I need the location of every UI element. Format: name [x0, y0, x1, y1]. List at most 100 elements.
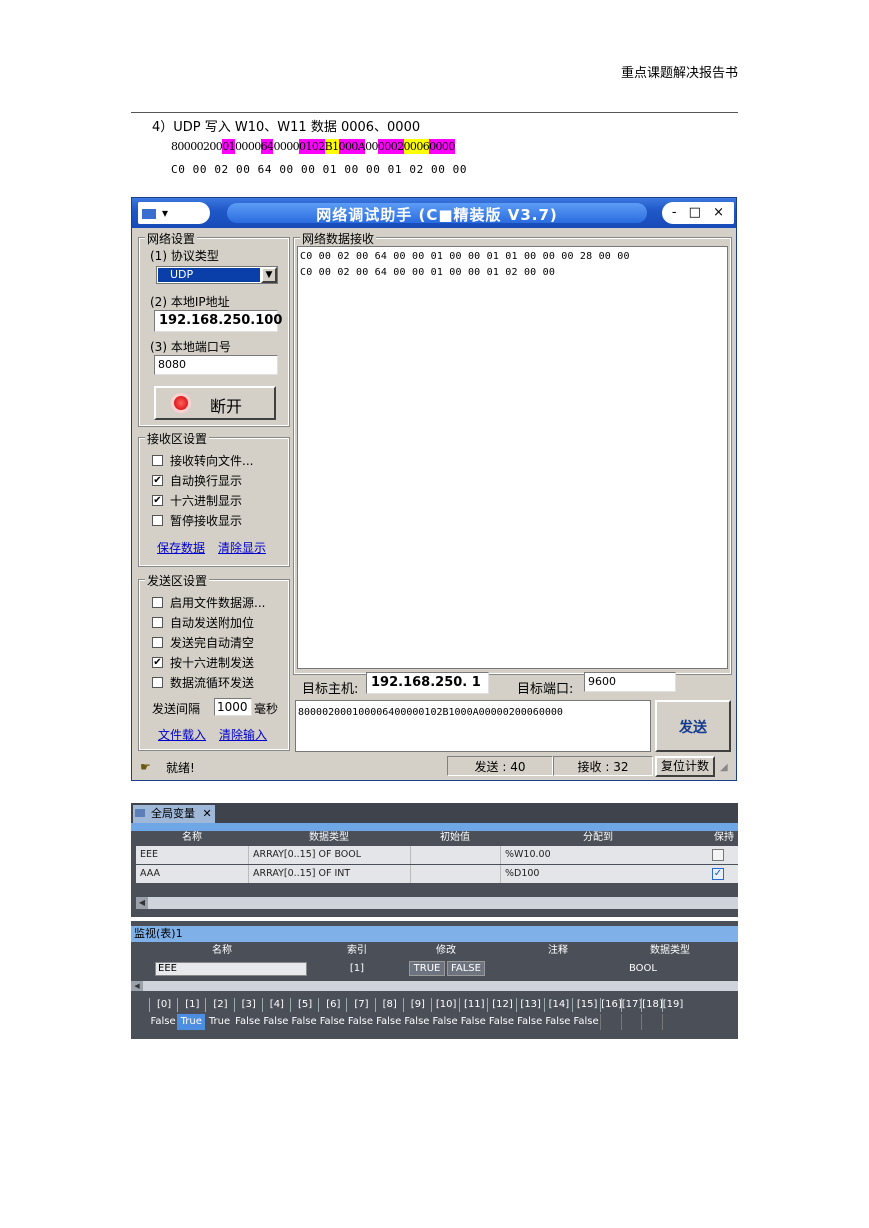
array-value-empty — [620, 1014, 643, 1030]
col-header: 数据类型 — [650, 945, 690, 956]
checkbox[interactable] — [152, 455, 163, 466]
array-index: [5] — [290, 998, 319, 1012]
checkbox-label: 按十六进制发送 — [170, 656, 255, 670]
array-index: [13] — [515, 998, 545, 1012]
array-index: [0] — [149, 998, 178, 1012]
local-ip-label: (2) 本地IP地址 — [150, 295, 230, 309]
system-menu-button[interactable]: ▾ — [138, 202, 210, 224]
checkbox-label: 启用文件数据源... — [170, 596, 266, 610]
checkbox-label: 数据流循环发送 — [170, 676, 255, 690]
col-header: 初始值 — [440, 832, 470, 843]
watch-table-panel: 监视(表)1 名称 索引 修改 注释 数据类型 EEE [1] TRUE FAL… — [131, 921, 738, 1039]
array-value: False — [432, 1016, 458, 1027]
hex-segment: 64 — [260, 139, 274, 154]
array-value: False — [488, 1016, 515, 1027]
array-index: [3] — [233, 998, 263, 1012]
header-divider — [131, 112, 738, 113]
rx-data-area[interactable]: C0 00 02 00 64 00 00 01 00 00 01 01 00 0… — [297, 246, 728, 669]
table-icon — [135, 809, 145, 817]
global-variables-panel: 全局变量 ✕ 名称 数据类型 初始值 分配到 保持 EEE ARRAY[0..1… — [131, 803, 738, 917]
array-index: [11] — [459, 998, 488, 1012]
checkbox[interactable] — [152, 597, 163, 608]
table-row[interactable]: AAA ARRAY[0..15] OF INT %D100 ✓ — [136, 865, 738, 883]
retain-checkbox[interactable] — [712, 849, 724, 861]
array-index: [19] — [661, 998, 684, 1012]
chevron-down-icon[interactable]: ▼ — [261, 267, 277, 283]
watch-type: BOOL — [629, 963, 657, 974]
watch-row[interactable]: EEE [1] TRUE FALSE BOOL — [131, 959, 738, 979]
target-host-input[interactable]: 192.168.250. 1 — [366, 672, 489, 694]
array-value: False — [150, 1016, 176, 1027]
interval-input[interactable]: 1000 — [214, 698, 252, 716]
save-data-link[interactable]: 保存数据 — [157, 539, 205, 556]
horizontal-scrollbar[interactable]: ◀ — [131, 981, 738, 991]
scroll-left-icon[interactable]: ◀ — [131, 981, 143, 991]
clear-display-link[interactable]: 清除显示 — [218, 539, 266, 556]
watch-name-input[interactable]: EEE — [155, 962, 307, 976]
array-value: False — [319, 1016, 345, 1027]
hex-segment: 0102 — [299, 139, 325, 154]
col-header: 名称 — [182, 832, 202, 843]
tx-data-area[interactable]: 800002000100006400000102B1000A0000020006… — [295, 700, 651, 752]
array-index: [15] — [572, 998, 601, 1012]
array-value-empty — [600, 1014, 622, 1030]
array-value: False — [517, 1016, 543, 1027]
checkbox-label: 十六进制显示 — [170, 494, 243, 508]
array-index: [17] — [620, 998, 643, 1012]
array-value: False — [376, 1016, 402, 1027]
rx-line: C0 00 02 00 64 00 00 01 00 00 01 02 00 0… — [300, 267, 556, 278]
col-header: 修改 — [436, 945, 456, 956]
checkbox[interactable] — [152, 617, 163, 628]
protocol-select[interactable]: UDP ▼ — [156, 266, 278, 284]
clear-input-link[interactable]: 清除输入 — [219, 726, 267, 743]
tx-settings-label: 发送区设置 — [145, 572, 210, 589]
checkbox[interactable]: ✔ — [152, 495, 163, 506]
array-value: False — [545, 1016, 571, 1027]
array-index: [18] — [641, 998, 663, 1012]
cell-name: EEE — [140, 849, 159, 860]
hex-segment: 0006 — [403, 139, 430, 154]
array-index: [14] — [543, 998, 573, 1012]
resize-grip-icon[interactable]: ◢ — [720, 762, 728, 773]
checkbox-label: 自动发送附加位 — [170, 616, 255, 630]
reset-count-button[interactable]: 复位计数 — [655, 756, 715, 777]
recv-counter: 接收 : 32 — [553, 756, 653, 776]
array-value-empty — [661, 1014, 684, 1030]
checkbox[interactable] — [152, 515, 163, 526]
status-ready: 就绪! — [166, 761, 195, 775]
checkbox[interactable] — [152, 677, 163, 688]
target-port-input[interactable]: 9600 — [584, 672, 676, 692]
array-index: [7] — [346, 998, 375, 1012]
window-controls[interactable]: - □ × — [662, 202, 734, 224]
checkbox[interactable]: ✔ — [152, 657, 163, 668]
array-index: [16] — [600, 998, 622, 1012]
close-icon[interactable]: ✕ — [203, 807, 212, 820]
hex-segment: 00 — [365, 140, 378, 153]
file-load-link[interactable]: 文件载入 — [158, 726, 206, 743]
hex-segment: 0002 — [377, 139, 404, 154]
tab-strip: 全局变量 ✕ — [131, 803, 738, 823]
status-led-icon — [174, 396, 188, 410]
command-hex-line: 800002000100006400000102B1000A0000020006… — [171, 139, 455, 154]
hex-segment: 000A — [338, 139, 366, 154]
set-true-button[interactable]: TRUE — [409, 961, 445, 976]
hex-segment: 0000 — [273, 140, 300, 153]
checkbox-label: 接收转向文件... — [170, 454, 254, 468]
table-row[interactable]: EEE ARRAY[0..15] OF BOOL %W10.00 — [136, 846, 738, 864]
disconnect-button[interactable]: 断开 — [154, 386, 276, 420]
horizontal-scrollbar[interactable]: ◀ — [136, 897, 738, 909]
array-index: [4] — [261, 998, 291, 1012]
set-false-button[interactable]: FALSE — [447, 961, 485, 976]
tab-underline — [131, 823, 738, 831]
checkbox[interactable]: ✔ — [152, 475, 163, 486]
local-port-label: (3) 本地端口号 — [150, 340, 231, 354]
send-button[interactable]: 发送 — [655, 700, 731, 752]
rx-data-label: 网络数据接收 — [300, 230, 377, 247]
local-ip-input[interactable]: 192.168.250.100 — [154, 310, 282, 332]
retain-checkbox[interactable]: ✓ — [712, 868, 724, 880]
local-port-input[interactable]: 8080 — [154, 355, 278, 375]
tab-global-variables[interactable]: 全局变量 ✕ — [133, 805, 215, 823]
checkbox[interactable] — [152, 637, 163, 648]
scroll-left-icon[interactable]: ◀ — [136, 897, 148, 909]
cell-name: AAA — [140, 868, 161, 879]
